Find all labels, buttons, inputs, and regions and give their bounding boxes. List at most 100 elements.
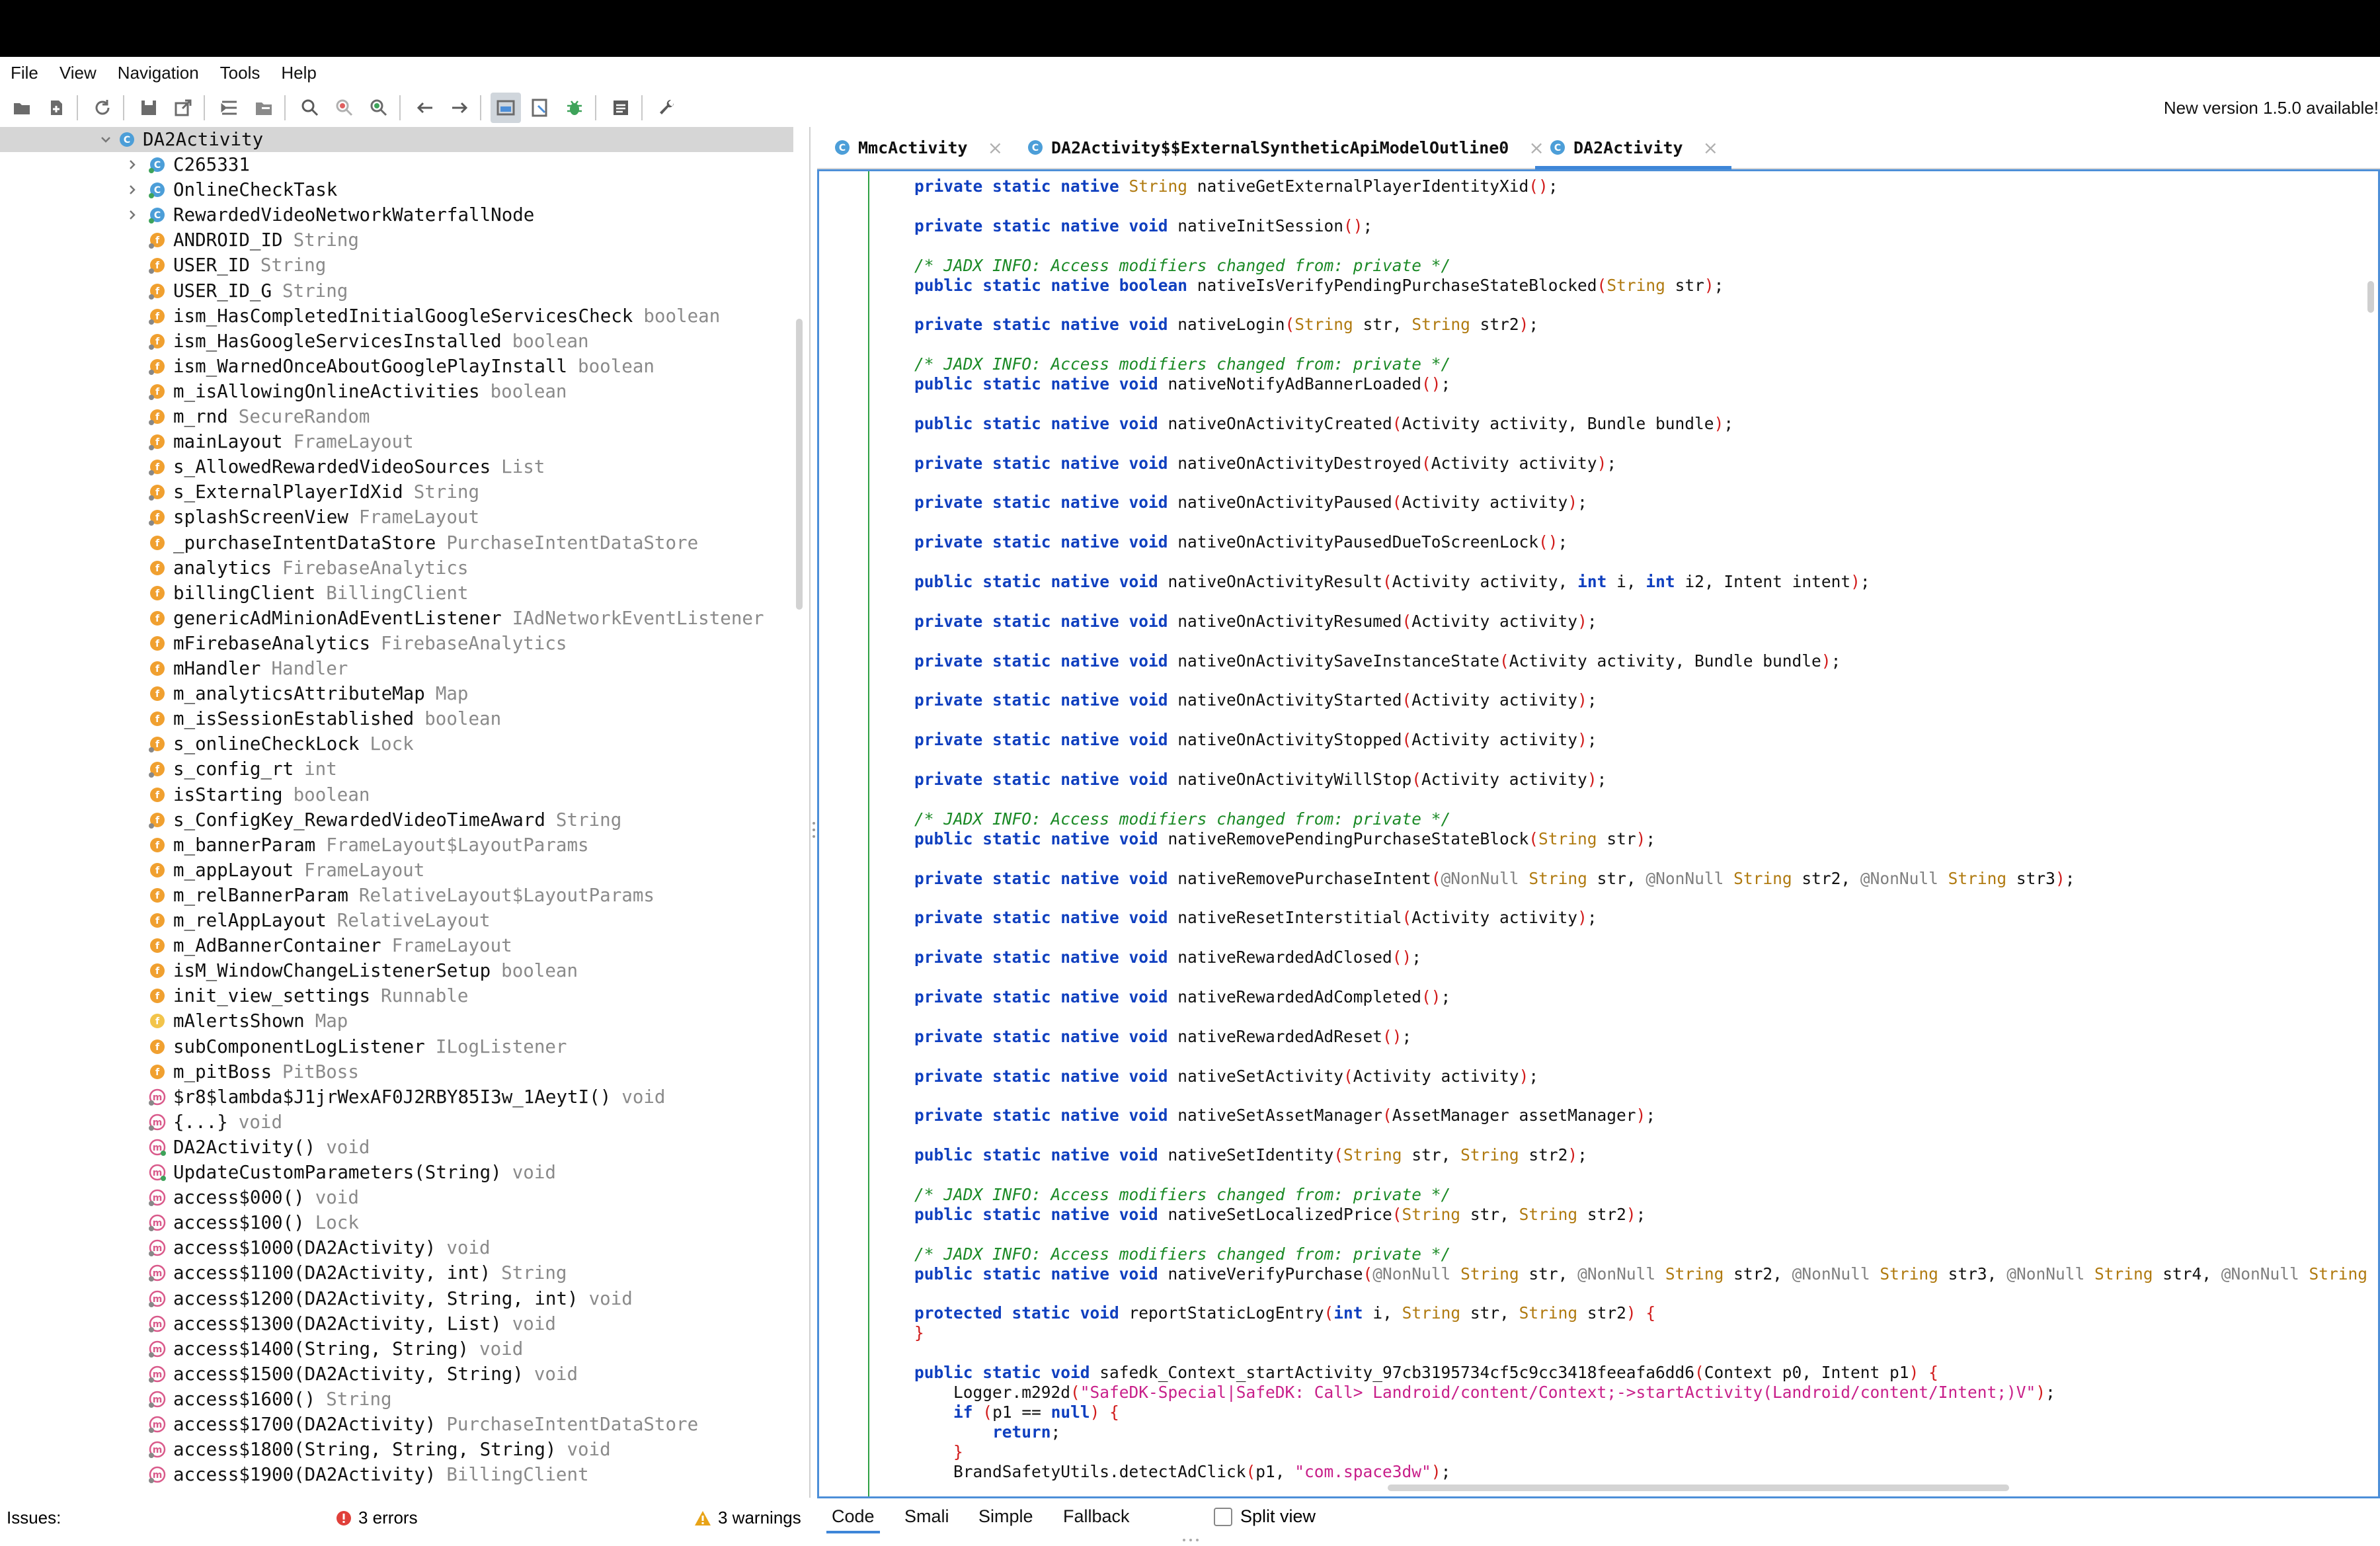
tree-class-node[interactable]: C C265331 — [0, 152, 250, 177]
tree-field-node[interactable]: f genericAdMinionAdEventListener IAdNetwor… — [0, 606, 764, 631]
tree-field-node[interactable]: f m_relAppLayout RelativeLayout — [0, 908, 491, 933]
menu-file[interactable]: File — [0, 57, 49, 89]
tree-method-node[interactable]: m access$1500(DA2Activity, String) void — [0, 1362, 578, 1387]
tree-field-node[interactable]: f s_ConfigKey_RewardedVideoTimeAward Strin… — [0, 807, 621, 833]
tree-field-node[interactable]: f USER_ID String — [0, 253, 326, 278]
tree-field-node[interactable]: f s_AllowedRewardedVideoSources List — [0, 454, 545, 479]
errors-indicator[interactable]: 3 errors — [336, 1508, 418, 1528]
tree-field-node[interactable]: f USER_ID_G String — [0, 278, 348, 304]
code-editor[interactable]: private static native String nativeGetEx… — [817, 169, 2380, 1498]
menu-view[interactable]: View — [49, 57, 107, 89]
menu-help[interactable]: Help — [270, 57, 327, 89]
menu-tools[interactable]: Tools — [210, 57, 271, 89]
tab-smali-mode[interactable]: Smali — [904, 1506, 949, 1527]
tree-method-node[interactable]: m access$100() Lock — [0, 1210, 359, 1235]
tree-method-node[interactable]: m access$1700(DA2Activity) PurchaseIntentD… — [0, 1412, 698, 1437]
tree-vertical-scrollbar[interactable] — [796, 319, 803, 610]
tree-field-node[interactable]: f ANDROID_ID String — [0, 227, 359, 253]
tree-class-node[interactable]: C OnlineCheckTask — [0, 177, 337, 202]
warnings-indicator[interactable]: 3 warnings — [694, 1508, 801, 1528]
bottom-panel-resize-handle[interactable] — [1181, 1538, 1201, 1542]
add-files-icon[interactable] — [41, 93, 71, 123]
close-icon[interactable]: × — [1703, 137, 1718, 159]
tree-method-node[interactable]: m access$1200(DA2Activity, String, int) vo… — [0, 1286, 633, 1311]
tree-method-node[interactable]: m access$1900(DA2Activity) BillingClient — [0, 1462, 589, 1487]
tree-field-node[interactable]: f m_isAllowingOnlineActivities boolean — [0, 379, 567, 404]
chevron-right-icon[interactable] — [126, 183, 139, 196]
tree-method-node[interactable]: m access$000() void — [0, 1185, 359, 1210]
tree-method-node[interactable]: m access$1300(DA2Activity, List) void — [0, 1311, 556, 1336]
split-view-toggle[interactable]: Split view — [1214, 1506, 1316, 1527]
update-notification[interactable]: New version 1.5.0 available! — [2164, 98, 2379, 118]
tree-field-node[interactable]: f m_relBannerParam RelativeLayout$LayoutPa… — [0, 883, 654, 908]
reload-icon[interactable] — [87, 93, 118, 123]
tree-field-node[interactable]: f m_analyticsAttributeMap Map — [0, 681, 468, 706]
tab-da2activity[interactable]: C DA2Activity × — [1534, 127, 1732, 169]
tree-field-node[interactable]: f init_view_settings Runnable — [0, 983, 468, 1008]
tree-field-node[interactable]: f ism_WarnedOnceAboutGooglePlayInstall boo… — [0, 354, 654, 379]
tree-field-node[interactable]: f isM_WindowChangeListenerSetup boolean — [0, 958, 578, 983]
open-file-icon[interactable] — [7, 93, 37, 123]
menu-navigation[interactable]: Navigation — [107, 57, 210, 89]
bookmark-icon[interactable] — [525, 93, 555, 123]
tree-field-node[interactable]: f subComponentLogListener ILogListener — [0, 1034, 567, 1059]
alias-toggle-icon[interactable] — [491, 93, 521, 123]
chevron-down-icon[interactable] — [99, 133, 112, 146]
tree-field-node[interactable]: f isStarting boolean — [0, 782, 370, 807]
tree-field-node[interactable]: f s_config_rt int — [0, 756, 337, 782]
search-icon[interactable] — [295, 93, 325, 123]
back-arrow-icon[interactable] — [410, 93, 440, 123]
flatten-packages-icon[interactable] — [249, 93, 279, 123]
tree-method-node[interactable]: m access$1600() String — [0, 1387, 392, 1412]
close-icon[interactable]: × — [988, 137, 1003, 159]
tree-field-node[interactable]: f mainLayout FrameLayout — [0, 429, 414, 454]
tab-simple-mode[interactable]: Simple — [978, 1506, 1033, 1527]
find-class-icon[interactable] — [329, 93, 360, 123]
tree-root-node[interactable]: C DA2Activity — [0, 127, 793, 152]
export-icon[interactable] — [168, 93, 198, 123]
tree-method-node[interactable]: m access$1400(String, String) void — [0, 1336, 523, 1362]
chevron-right-icon[interactable] — [126, 208, 139, 222]
close-icon[interactable]: × — [1528, 137, 1544, 159]
tree-field-node[interactable]: f m_rnd SecureRandom — [0, 404, 370, 429]
tree-field-node[interactable]: f m_isSessionEstablished boolean — [0, 706, 501, 731]
tree-method-node[interactable]: m DA2Activity() void — [0, 1135, 370, 1160]
tree-class-node[interactable]: C RewardedVideoNetworkWaterfallNode — [0, 202, 534, 227]
tab-code-mode[interactable]: Code — [826, 1506, 880, 1533]
log-viewer-icon[interactable] — [606, 93, 636, 123]
tree-method-node[interactable]: m $r8$lambda$J1jrWexAF0J2RBY85I3w_1AeytI(… — [0, 1084, 666, 1110]
editor-horizontal-scrollbar[interactable] — [1388, 1485, 2009, 1491]
save-icon[interactable] — [134, 93, 164, 123]
tree-method-node[interactable]: m {...} void — [0, 1110, 282, 1135]
tree-method-node[interactable]: m access$1000(DA2Activity) void — [0, 1235, 491, 1260]
chevron-right-icon[interactable] — [126, 158, 139, 171]
tree-field-node[interactable]: f m_appLayout FrameLayout — [0, 858, 424, 883]
find-usage-icon[interactable] — [364, 93, 394, 123]
tree-field-node[interactable]: f s_onlineCheckLock Lock — [0, 731, 414, 756]
sync-tree-icon[interactable] — [214, 93, 245, 123]
tree-method-node[interactable]: m UpdateCustomParameters(String) void — [0, 1160, 556, 1185]
editor-vertical-scrollbar[interactable] — [2367, 281, 2374, 313]
forward-arrow-icon[interactable] — [444, 93, 475, 123]
tree-field-node[interactable]: f m_pitBoss PitBoss — [0, 1059, 359, 1084]
tree-field-node[interactable]: f ism_HasGoogleServicesInstalled boolean — [0, 329, 589, 354]
debug-bug-icon[interactable] — [559, 93, 590, 123]
tree-field-node[interactable]: f mHandler Handler — [0, 656, 348, 681]
tab-mmcactivity[interactable]: C MmcActivity × — [833, 127, 1003, 168]
tree-field-node[interactable]: f mFirebaseAnalytics FirebaseAnalytics — [0, 631, 567, 656]
tree-field-node[interactable]: f _purchaseIntentDataStore PurchaseIntentD… — [0, 530, 698, 555]
tree-field-node[interactable]: f m_bannerParam FrameLayout$LayoutParams — [0, 833, 589, 858]
pane-splitter-handle[interactable] — [811, 820, 816, 840]
tree-field-node[interactable]: f splashScreenView FrameLayout — [0, 505, 479, 530]
split-view-checkbox[interactable] — [1214, 1507, 1232, 1526]
tree-method-node[interactable]: m access$1100(DA2Activity, int) String — [0, 1260, 567, 1285]
tree-field-node[interactable]: f ism_HasCompletedInitialGoogleServicesCh… — [0, 304, 720, 329]
tree-field-node[interactable]: f m_AdBannerContainer FrameLayout — [0, 933, 512, 958]
tab-fallback-mode[interactable]: Fallback — [1063, 1506, 1130, 1527]
tree-field-node[interactable]: f s_ExternalPlayerIdXid String — [0, 479, 479, 505]
tab-da2activity-synthetic[interactable]: C DA2Activity$$ExternalSyntheticApiModel… — [1026, 127, 1544, 168]
tree-field-node[interactable]: f analytics FirebaseAnalytics — [0, 555, 468, 581]
preferences-wrench-icon[interactable] — [652, 93, 682, 123]
tree-field-node[interactable]: f billingClient BillingClient — [0, 581, 468, 606]
tree-field-node[interactable]: f mAlertsShown Map — [0, 1008, 348, 1034]
